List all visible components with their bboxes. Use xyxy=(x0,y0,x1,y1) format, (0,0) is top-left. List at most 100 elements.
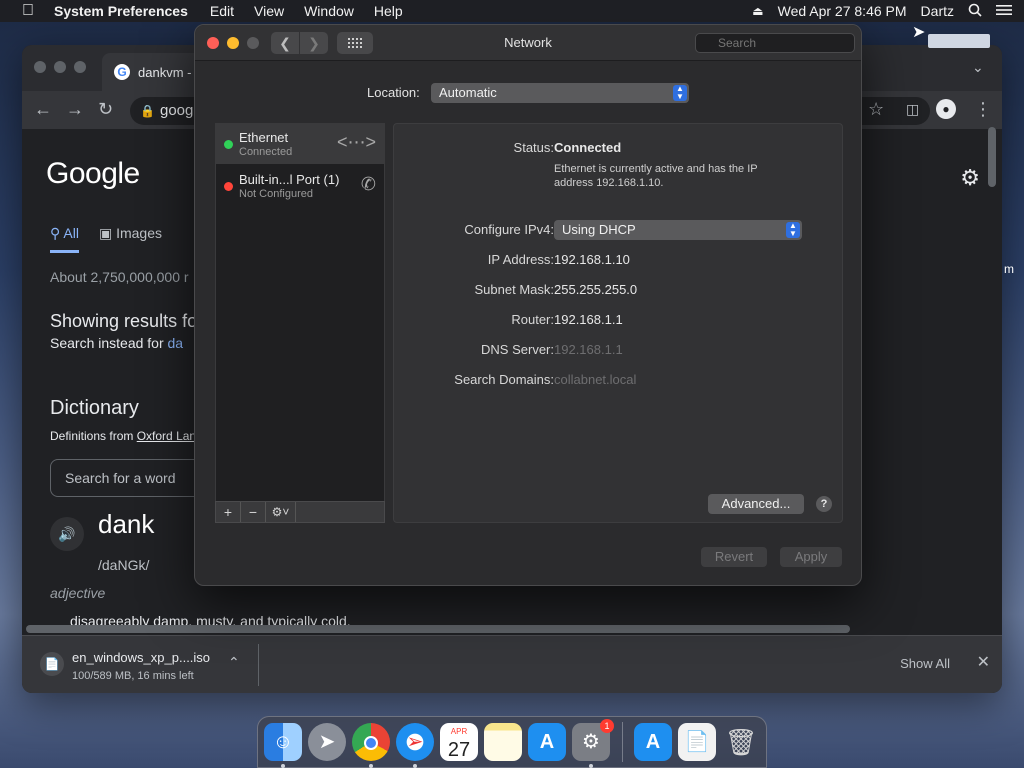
google-logo[interactable]: Google xyxy=(46,157,140,191)
network-titlebar: ❮ ❯ Network ⚲ xyxy=(195,25,861,61)
horizontal-scrollbar[interactable] xyxy=(26,625,850,633)
menu-help[interactable]: Help xyxy=(374,3,403,19)
menu-app-name[interactable]: System Preferences xyxy=(54,3,188,19)
service-name: Built-in...l Port (1) xyxy=(239,172,340,187)
oxford-link[interactable]: Oxford Lan xyxy=(137,429,196,443)
menubar-status-area: ⏏ Wed Apr 27 8:46 PM Dartz xyxy=(752,0,1012,22)
safari-compass-icon[interactable]: ➢ xyxy=(396,723,434,761)
settings-gear-icon[interactable]: ⚙ xyxy=(960,165,980,191)
bookmark-star-icon[interactable]: ☆ xyxy=(868,99,884,120)
apple-menu-icon[interactable]:  xyxy=(18,2,38,20)
location-popup[interactable]: Automatic ▲ ▼ xyxy=(431,83,689,103)
reload-icon[interactable]: ↻ xyxy=(98,99,113,120)
tab-all[interactable]: ⚲ All xyxy=(50,225,79,253)
menubar-clock[interactable]: Wed Apr 27 8:46 PM xyxy=(778,3,907,19)
system-preferences-icon[interactable]: ⚙ 1 xyxy=(572,719,614,761)
service-detail-panel: Status: Connected Ethernet is currently … xyxy=(393,123,843,523)
dns-server-label: DNS Server: xyxy=(481,342,554,357)
configure-ipv4-popup[interactable]: Using DHCP ▲ ▼ xyxy=(554,220,802,240)
omnibox-text: goog xyxy=(160,102,194,119)
ip-address-label: IP Address: xyxy=(487,252,554,267)
launchpad-rocket-icon[interactable]: ➤ xyxy=(308,723,346,761)
subnet-mask-value: 255.255.255.0 xyxy=(554,282,638,297)
forward-chevron-icon[interactable]: ❯ xyxy=(300,32,328,54)
app-store-download-icon[interactable]: A xyxy=(634,723,672,761)
advanced-button[interactable]: Advanced... xyxy=(708,494,804,514)
close-window-button[interactable] xyxy=(207,37,219,49)
status-value: Connected xyxy=(554,140,622,155)
add-service-button[interactable]: + xyxy=(216,502,241,522)
download-bar: 📄 en_windows_xp_p....iso 100/589 MB, 16 … xyxy=(22,635,1002,693)
service-list-controls: + − ⚙˅ xyxy=(215,501,385,523)
service-item-builtin-port[interactable]: Built-in...l Port (1) Not Configured ✆ xyxy=(216,166,384,206)
status-dot xyxy=(224,182,233,191)
close-icon[interactable]: ✕ xyxy=(977,652,990,672)
search-instead-link[interactable]: da xyxy=(168,335,184,351)
chrome-icon[interactable] xyxy=(352,723,390,761)
menu-window[interactable]: Window xyxy=(304,3,354,19)
control-center-icon[interactable] xyxy=(996,3,1012,19)
status-label: Status: xyxy=(513,140,554,155)
chrome-close-button[interactable] xyxy=(34,61,46,73)
dictionary-heading: Dictionary xyxy=(50,397,139,419)
chevron-up-icon[interactable]: ⌃ xyxy=(228,654,240,671)
chrome-minimize-button[interactable] xyxy=(54,61,66,73)
spotlight-icon[interactable] xyxy=(968,3,982,20)
running-indicator xyxy=(281,764,285,768)
revert-button[interactable]: Revert xyxy=(701,547,767,567)
remove-service-button[interactable]: − xyxy=(241,502,266,522)
desktop-file-icon[interactable] xyxy=(928,34,990,48)
notes-icon[interactable] xyxy=(484,723,522,761)
router-value: 192.168.1.1 xyxy=(554,312,623,327)
part-of-speech: adjective xyxy=(50,585,106,601)
tab-search-chevron-icon[interactable]: ⌄ xyxy=(972,59,984,76)
popup-arrows-icon: ▲ ▼ xyxy=(673,85,687,101)
menubar-user[interactable]: Dartz xyxy=(921,3,954,19)
eject-icon[interactable]: ⏏ xyxy=(752,4,763,18)
trash-icon[interactable]: 🗑 xyxy=(722,723,760,761)
show-all-grid-icon[interactable] xyxy=(337,32,373,54)
show-all-button[interactable]: Show All xyxy=(900,656,950,671)
pronounce-speaker-icon[interactable]: 🔊 xyxy=(50,517,84,551)
apply-button[interactable]: Apply xyxy=(780,547,842,567)
search-domains-value: collabnet.local xyxy=(554,372,637,387)
phonetic-text: /daNGk/ xyxy=(98,557,150,573)
calendar-month: APR xyxy=(450,727,468,736)
finder-icon[interactable]: ☺ xyxy=(264,723,302,761)
search-input[interactable] xyxy=(695,33,855,53)
chrome-zoom-button[interactable] xyxy=(74,61,86,73)
service-actions-gear-icon[interactable]: ⚙˅ xyxy=(266,502,296,522)
minimize-window-button[interactable] xyxy=(227,37,239,49)
menu-edit[interactable]: Edit xyxy=(210,3,234,19)
configure-ipv4-value: Using DHCP xyxy=(562,222,636,237)
calendar-icon[interactable]: APR 27 xyxy=(440,723,478,761)
google-favicon-icon: G xyxy=(114,64,130,80)
side-panel-icon[interactable]: ◫ xyxy=(906,101,919,118)
app-store-icon[interactable]: A xyxy=(528,723,566,761)
download-filename[interactable]: en_windows_xp_p....iso xyxy=(72,650,210,665)
forward-icon[interactable]: → xyxy=(66,99,84,120)
help-button[interactable]: ? xyxy=(816,496,832,512)
service-status: Connected xyxy=(239,146,293,158)
back-icon[interactable]: ← xyxy=(34,99,52,120)
desktop-label: m xyxy=(1004,262,1014,276)
router-label: Router: xyxy=(511,312,554,327)
dictionary-word: dank xyxy=(98,509,155,539)
vertical-scrollbar[interactable] xyxy=(988,127,996,187)
back-chevron-icon[interactable]: ❮ xyxy=(271,32,299,54)
service-item-ethernet[interactable]: Ethernet Connected <⋯> xyxy=(216,124,384,164)
running-indicator xyxy=(589,764,593,768)
document-icon[interactable]: 📄 xyxy=(678,723,716,761)
running-indicator xyxy=(369,764,373,768)
definitions-source: Definitions from Oxford Lan xyxy=(50,429,197,443)
profile-avatar-icon[interactable]: ● xyxy=(936,99,956,119)
mouse-cursor-icon: ➤ xyxy=(912,24,926,41)
chrome-menu-icon[interactable]: ⋮ xyxy=(974,99,992,120)
result-count: About 2,750,000,000 r xyxy=(50,269,189,285)
menu-view[interactable]: View xyxy=(254,3,284,19)
ethernet-arrows-icon: <⋯> xyxy=(336,132,376,152)
tab-images[interactable]: ▣ Images xyxy=(99,225,162,253)
file-icon: 📄 xyxy=(40,652,64,676)
zoom-window-button[interactable] xyxy=(247,37,259,49)
popup-arrows-icon: ▲ ▼ xyxy=(786,222,800,238)
